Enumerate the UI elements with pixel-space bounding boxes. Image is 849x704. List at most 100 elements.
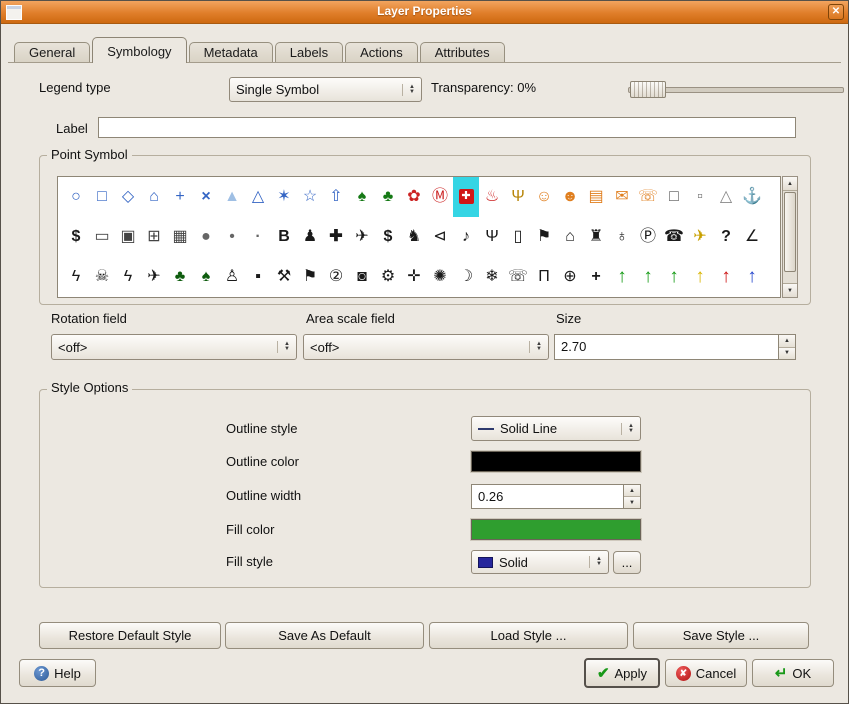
point-symbol-fish[interactable]: ⊲ [427,217,453,257]
point-symbol-small-square[interactable]: ▫ [687,177,713,217]
tab-actions[interactable]: Actions [345,42,418,62]
restore-default-style-button[interactable]: Restore Default Style [39,622,221,649]
symbol-scrollbar[interactable]: ▲ ▼ [782,176,798,298]
load-style-button[interactable]: Load Style ... [429,622,628,649]
point-symbol-snowflake[interactable]: ❄ [479,257,505,297]
point-symbol-corner-flag[interactable]: ⚑ [297,257,323,297]
legend-type-select[interactable]: Single Symbol ▲▼ [229,77,422,102]
point-symbol-circled-burst[interactable]: ✺ [427,257,453,297]
point-symbol-arrow-up-green-3[interactable]: ↑ [661,257,687,297]
point-symbol-building[interactable]: ▦ [167,217,193,257]
scroll-up-button[interactable]: ▲ [783,177,797,191]
point-symbol-circled-two[interactable]: ② [323,257,349,297]
point-symbol-tree-pine[interactable]: ♠ [193,257,219,297]
point-symbol-circled-phone[interactable]: ☏ [505,257,531,297]
point-symbol-arrow-up-blue[interactable]: ↑ [739,257,765,297]
size-spinbox[interactable]: 2.70 ▲ ▼ [554,334,796,360]
point-symbol-balloon[interactable]: ♁ [609,217,635,257]
point-symbol-wallet[interactable]: ▭ [89,217,115,257]
point-symbol-airport[interactable]: ✈ [141,257,167,297]
point-symbol-triangle-filled[interactable]: ▲ [219,177,245,217]
point-symbol-chair[interactable]: ∠ [739,217,765,257]
area-scale-field-select[interactable]: <off> ▲▼ [303,334,549,360]
point-symbol-star[interactable]: ☆ [297,177,323,217]
point-symbol-skater[interactable]: ϟ [115,257,141,297]
apply-button[interactable]: ✔ Apply [584,658,660,688]
ok-button[interactable]: ↵ OK [752,659,834,687]
point-symbol-utensils[interactable]: Ψ [479,217,505,257]
outline-color-button[interactable] [471,451,641,472]
help-button[interactable]: ? Help [19,659,96,687]
point-symbol-gas-pump[interactable]: ▯ [505,217,531,257]
point-symbol-star-filled[interactable]: ✶ [271,177,297,217]
point-symbol-camera[interactable]: ▣ [115,217,141,257]
point-symbol-music-note[interactable]: ♪ [453,217,479,257]
point-symbol-circled-camera[interactable]: ◙ [349,257,375,297]
point-symbol-parking[interactable]: Ⓟ [635,217,661,257]
point-symbol-pickaxe[interactable]: ⚒ [271,257,297,297]
point-symbol-bank[interactable]: Π [531,257,557,297]
outline-width-spinbox[interactable]: 0.26 ▲ ▼ [471,484,641,509]
point-symbol-tree-deciduous[interactable]: ♣ [375,177,401,217]
size-spin-up-button[interactable]: ▲ [779,335,795,348]
point-symbol-face-filled[interactable]: ☻ [557,177,583,217]
point-symbol-plus[interactable]: + [167,177,193,217]
fill-style-more-button[interactable]: ... [613,551,641,574]
fill-style-select[interactable]: Solid ▲▼ [471,550,609,574]
point-symbol-gear[interactable]: ⚙ [375,257,401,297]
outline-width-spin-down-button[interactable]: ▼ [624,497,640,508]
point-symbol-face[interactable]: ☺ [531,177,557,217]
point-symbol-triangle[interactable]: △ [245,177,271,217]
close-button[interactable]: ✕ [828,4,844,20]
point-symbol-document[interactable]: ▤ [583,177,609,217]
point-symbol-circled-cross[interactable]: ✛ [401,257,427,297]
point-symbol-moon[interactable]: ☽ [453,257,479,297]
point-symbol-circle[interactable]: ○ [63,177,89,217]
point-symbol-skull-crossbones[interactable]: ☠ [89,257,115,297]
point-symbol-skier[interactable]: ϟ [63,257,89,297]
rotation-field-select[interactable]: <off> ▲▼ [51,334,297,360]
point-symbol-hot-springs[interactable]: ♨ [479,177,505,217]
point-symbol-medical-cross[interactable]: ✚ [323,217,349,257]
tab-general[interactable]: General [14,42,90,62]
outline-width-spin-up-button[interactable]: ▲ [624,485,640,497]
point-symbol-square-outline[interactable]: □ [661,177,687,217]
point-symbol-circle-medium[interactable]: • [219,217,245,257]
tab-attributes[interactable]: Attributes [420,42,505,62]
scrollbar-thumb[interactable] [784,192,796,272]
point-symbol-envelope[interactable]: ✉ [609,177,635,217]
point-symbol-golf-flag[interactable]: ⚑ [531,217,557,257]
transparency-slider-handle[interactable] [630,81,666,98]
tab-symbology[interactable]: Symbology [92,37,186,63]
point-symbol-dollar-2[interactable]: $ [375,217,401,257]
outline-style-select[interactable]: Solid Line ▲▼ [471,416,641,441]
point-symbol-dollar[interactable]: $ [63,217,89,257]
point-symbol-square[interactable]: □ [89,177,115,217]
point-symbol-pedestrian[interactable]: ♙ [219,257,245,297]
point-symbol-question[interactable]: ? [713,217,739,257]
point-symbol-plane-small[interactable]: ✈ [349,217,375,257]
point-symbol-tree-conifer[interactable]: ♠ [349,177,375,217]
point-symbol-anchor[interactable]: ⚓ [739,177,765,217]
point-symbol-m-circle[interactable]: Ⓜ [427,177,453,217]
scroll-down-button[interactable]: ▼ [783,283,797,297]
point-symbol-crosshair[interactable]: ⊕ [557,257,583,297]
point-symbol-people[interactable]: ♟ [297,217,323,257]
point-symbol-dot[interactable]: · [245,217,271,257]
size-spin-down-button[interactable]: ▼ [779,348,795,360]
point-symbol-b-symbol[interactable]: B [271,217,297,257]
point-symbol-flower[interactable]: ✿ [401,177,427,217]
point-symbol-telephone[interactable]: ☎ [661,217,687,257]
point-symbol-plus-black[interactable]: + [583,257,609,297]
tab-metadata[interactable]: Metadata [189,42,273,62]
tab-labels[interactable]: Labels [275,42,343,62]
point-symbol-plane-yellow[interactable]: ✈ [687,217,713,257]
point-symbol-circle-large[interactable]: ● [193,217,219,257]
point-symbol-swiss-cross[interactable]: ✚ [453,177,479,217]
point-symbol-arrow-up-green-1[interactable]: ↑ [609,257,635,297]
point-symbol-triangle-gray[interactable]: △ [713,177,739,217]
point-symbol-tree-dark[interactable]: ♣ [167,257,193,297]
point-symbol-small-black-square[interactable]: ▪ [245,257,271,297]
point-symbol-cross-x[interactable]: × [193,177,219,217]
titlebar[interactable]: Layer Properties ✕ [1,1,848,24]
